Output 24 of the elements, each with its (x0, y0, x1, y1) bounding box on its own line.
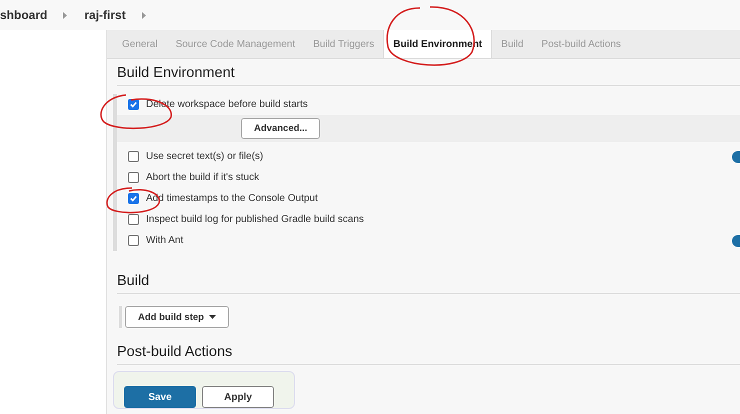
add-build-step-button[interactable]: Add build step (125, 306, 229, 328)
advanced-button[interactable]: Advanced... (241, 118, 320, 139)
checkbox[interactable] (128, 214, 139, 225)
breadcrumb-link[interactable]: shboard (0, 8, 48, 22)
checkbox[interactable] (128, 193, 139, 204)
checkbox-label: Use secret text(s) or file(s) (146, 151, 264, 162)
checkbox[interactable] (128, 99, 139, 110)
caret-icon (208, 315, 216, 319)
chevron-icon (63, 12, 68, 18)
checkbox-label: Abort the build if it's stuck (146, 172, 260, 183)
form-button[interactable]: Apply (202, 386, 274, 408)
help-icon[interactable] (732, 234, 740, 246)
breadcrumb-link[interactable]: raj-first (84, 8, 126, 22)
checkbox[interactable] (128, 151, 139, 162)
form-button[interactable]: Save (124, 386, 196, 408)
section-heading: Post-build Actions (117, 344, 740, 365)
help-icon[interactable] (732, 150, 740, 162)
chevron-icon (142, 12, 147, 18)
checkbox-label: Inspect build log for published Gradle build scans (146, 214, 365, 225)
checkbox[interactable] (128, 235, 139, 246)
checkbox[interactable] (128, 172, 139, 183)
section-heading: Build (117, 273, 740, 294)
section-heading: Build Environment (117, 65, 740, 86)
checkbox-label: With Ant (146, 235, 184, 246)
